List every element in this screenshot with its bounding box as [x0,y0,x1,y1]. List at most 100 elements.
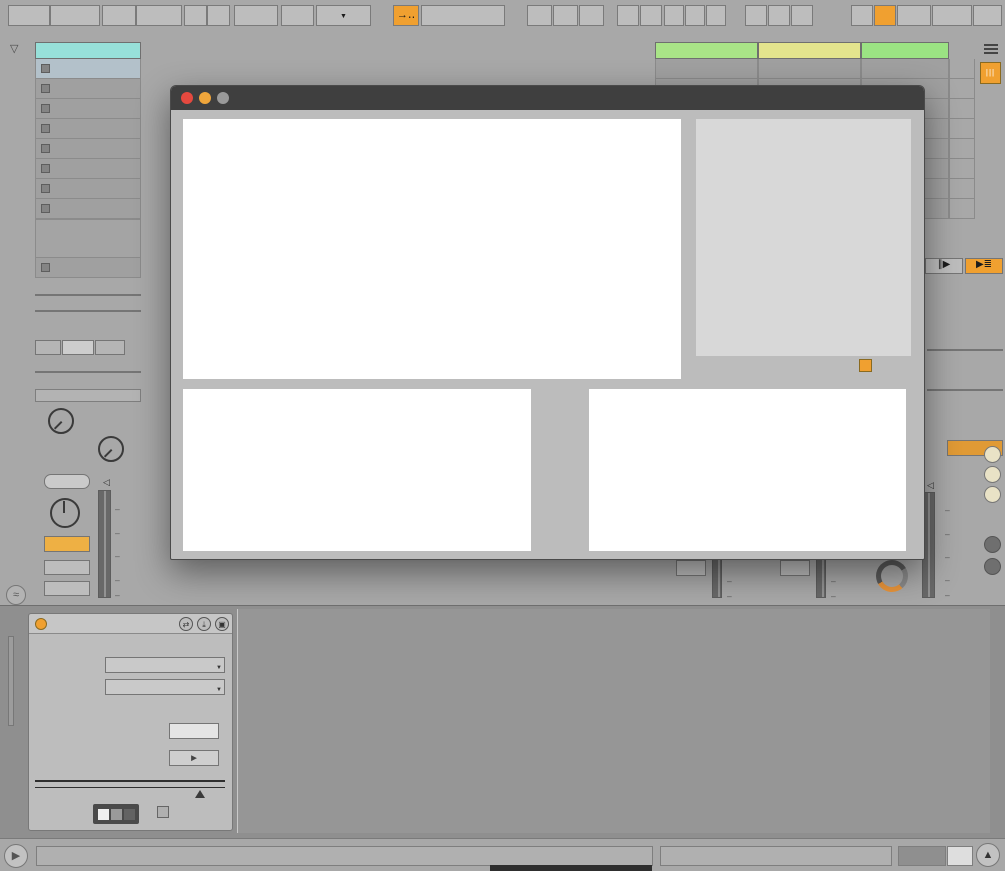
graph-window[interactable] [170,85,925,560]
curve-square-button[interactable] [768,5,790,26]
clip-slot[interactable] [35,139,141,159]
show-detail-toggle[interactable]: ▲ [976,843,1000,867]
hamburger-menu-icon[interactable] [984,44,998,46]
master-header[interactable] [861,42,949,59]
crossfade-b-button[interactable]: ▶≣ [965,258,1003,274]
record-button[interactable] [579,5,604,26]
monitor-in-button[interactable] [35,340,61,355]
play-button[interactable] [527,5,552,26]
input-device-select[interactable]: ▼ [35,294,141,296]
curve-ramp-button[interactable] [791,5,813,26]
collapse-triangle-icon[interactable]: ▽ [10,42,18,55]
order-numberbox[interactable] [169,723,219,739]
follow-arrow-button[interactable]: →‥ [393,5,419,26]
master-output-select[interactable]: ▼ [927,349,1003,351]
clip-slot[interactable] [35,179,141,199]
show-sends-toggle[interactable] [984,466,1001,483]
clip-stop-button[interactable] [41,184,50,193]
draw-box-button[interactable] [685,5,705,26]
master-cue-select[interactable]: ▼ [927,389,1003,391]
clip-slot[interactable] [35,99,141,119]
metronome-button[interactable] [281,5,314,26]
open-checkbox[interactable] [157,806,169,818]
show-io-toggle[interactable] [984,446,1001,463]
frequency-numberbox[interactable]: ▶ [169,750,219,766]
clip-stop-button[interactable] [41,104,50,113]
clip-slot[interactable] [35,159,141,179]
clip-stop-button[interactable] [41,164,50,173]
save-preset-icon[interactable]: ⤓ [197,617,211,631]
device-activator-led[interactable] [35,618,47,630]
gain-slider[interactable] [35,780,225,788]
hotswap-icon[interactable]: ⇄ [179,617,193,631]
new-button[interactable] [617,5,639,26]
device-scrollbar[interactable] [8,636,14,726]
punch-button[interactable] [706,5,726,26]
track-header[interactable] [35,42,141,59]
track-activator-button[interactable] [44,536,90,552]
show-crossfader-toggle[interactable] [984,536,1001,553]
clip-stop-button[interactable] [41,204,50,213]
send-b-knob[interactable] [98,436,124,462]
stop-all-clips-row[interactable] [35,258,141,278]
computer-midi-keyboard-button[interactable] [874,5,896,26]
draw-mode-button[interactable] [851,5,873,26]
topology-select[interactable]: ▼ [105,657,225,673]
pan-knob[interactable] [50,498,80,528]
back-to-arrangement-button[interactable] [664,5,684,26]
clip-slot[interactable] [35,199,141,219]
monitor-auto-button[interactable] [62,340,94,355]
float-checkbox[interactable] [859,359,872,372]
gain-slider-thumb[interactable] [195,790,205,798]
crossfade-curve-icon[interactable]: ≈ [6,585,26,605]
crossfade-a-button[interactable]: ∥▶ [925,258,963,274]
return-b-header[interactable] [758,42,861,59]
follow-button[interactable] [50,5,100,26]
return-a-header[interactable] [655,42,758,59]
curve-sine-button[interactable] [745,5,767,26]
mixer-toggle-button[interactable]: ||| [980,62,1001,84]
return-a-solo-button[interactable] [676,560,706,576]
clip-slot[interactable] [35,79,141,99]
key-map-button[interactable] [897,5,931,26]
nudge-up-button[interactable] [207,5,230,26]
zoom-icon[interactable] [217,92,229,104]
device-drop-zone[interactable] [237,609,990,833]
link-button[interactable] [8,5,50,26]
response-select[interactable]: ▼ [105,679,225,695]
device-titlebar[interactable]: ⇄ ⤓ ▣ [29,614,232,634]
clip-stop-button[interactable] [41,64,50,73]
clip-stop-button[interactable] [41,263,50,272]
show-returns-toggle[interactable] [984,486,1001,503]
send-a-knob[interactable] [48,408,74,434]
midi-map-button[interactable] [932,5,972,26]
clip-slot[interactable] [35,59,141,79]
return-b-solo-button[interactable] [780,560,810,576]
pole-zero-plot[interactable] [696,119,911,356]
volume-display[interactable] [44,474,90,489]
master-pan-knob[interactable] [876,560,908,592]
clip-stop-button[interactable] [41,124,50,133]
nudge-down-button[interactable] [184,5,207,26]
input-channel-select[interactable]: ▼ [35,310,141,312]
quantization-select[interactable]: ▼ [316,5,371,26]
tempo-display[interactable] [136,5,182,26]
time-signature-display[interactable] [234,5,278,26]
minimize-icon[interactable] [199,92,211,104]
solo-button[interactable] [44,560,90,575]
clip-stop-button[interactable] [41,144,50,153]
preview-play-button[interactable]: ▶ [4,844,28,868]
filterdesign-device[interactable]: ⇄ ⤓ ▣ ▼ ▼ ▶ [28,613,233,831]
session-record-button[interactable] [640,5,662,26]
arm-button[interactable] [44,581,90,596]
output-device-select[interactable]: ▼ [35,371,141,373]
graph-window-titlebar[interactable] [171,86,924,110]
stop-button[interactable] [553,5,578,26]
close-icon[interactable] [181,92,193,104]
tap-button[interactable] [102,5,136,26]
edit-max-icon[interactable]: ▣ [215,617,229,631]
clip-stop-button[interactable] [41,84,50,93]
monitor-off-button[interactable] [95,340,125,355]
show-cue-toggle[interactable] [984,558,1001,575]
clip-slot[interactable] [35,119,141,139]
